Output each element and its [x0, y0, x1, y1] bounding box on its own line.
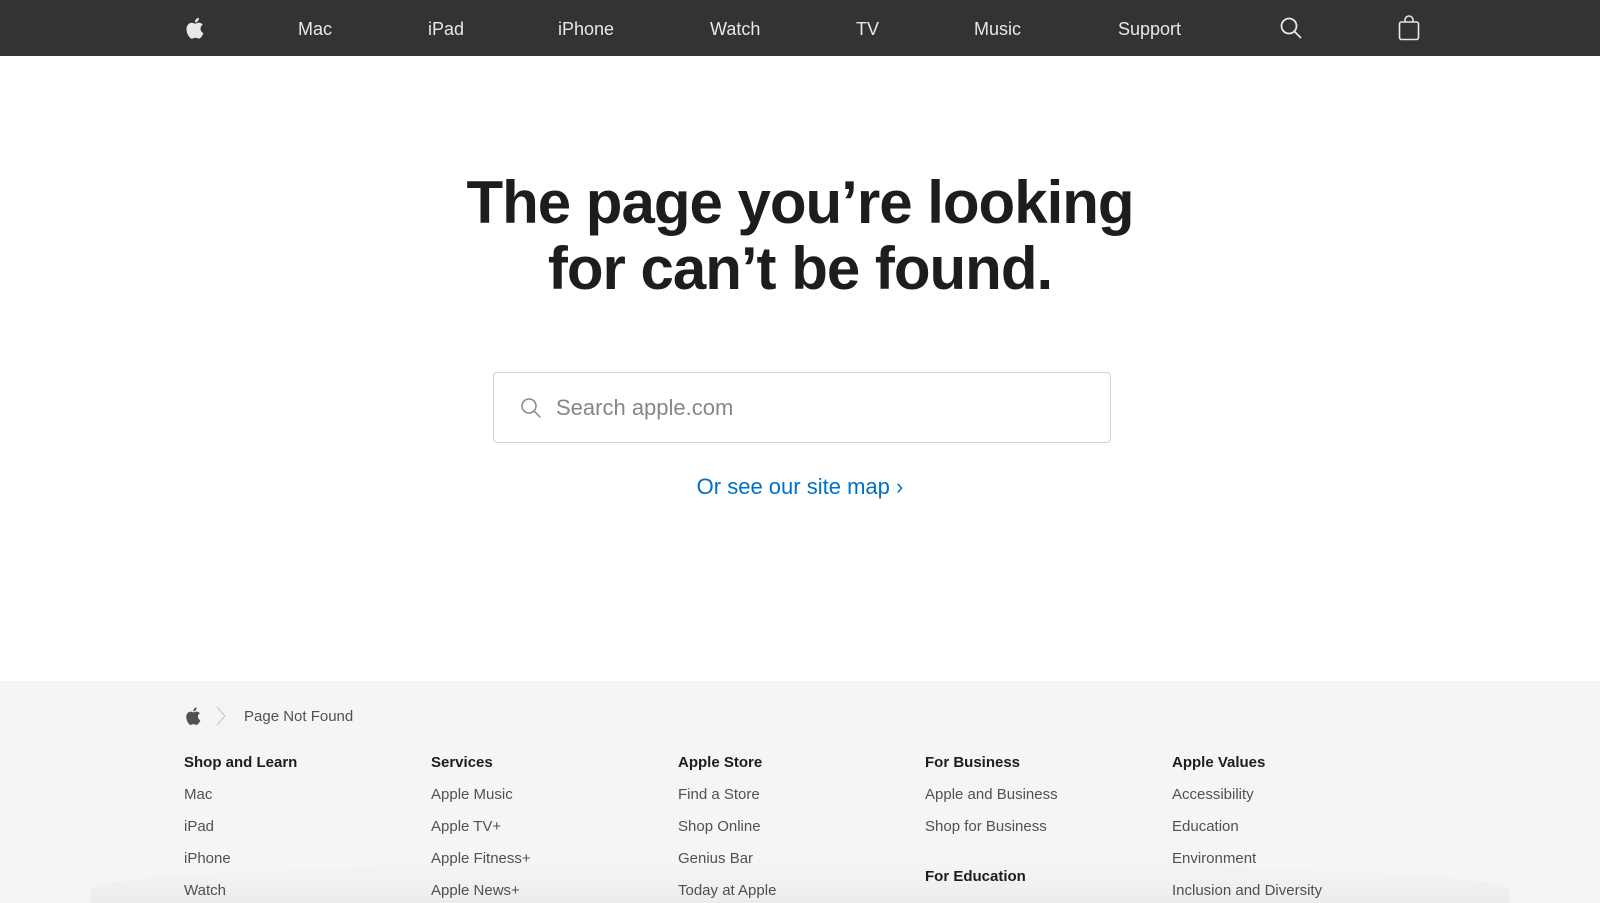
sitemap-link[interactable]: Or see our site map › — [697, 474, 904, 499]
footer-link[interactable]: Inclusion and Diversity — [1172, 880, 1322, 902]
search-field[interactable] — [493, 372, 1111, 443]
footer-link[interactable]: iPad — [184, 816, 297, 838]
search-icon — [520, 397, 542, 424]
footer-column-title: Shop and Learn — [184, 754, 298, 771]
footer-column-title: Services — [431, 754, 493, 771]
footer-column-title-for-education: For Education — [925, 868, 1026, 885]
footer-link[interactable]: Mac — [184, 784, 297, 806]
footer-link[interactable]: Apple Music — [431, 784, 531, 806]
nav-item-ipad[interactable]: iPad — [428, 0, 464, 56]
footer-link[interactable]: Accessibility — [1172, 784, 1322, 806]
sitemap-link-container: Or see our site map › — [0, 474, 1600, 500]
chevron-right-icon — [214, 705, 228, 727]
page-title-line-1: The page you’re looking — [466, 169, 1134, 236]
nav-item-music[interactable]: Music — [974, 0, 1021, 56]
footer-link[interactable]: Shop for Business — [925, 816, 1058, 838]
breadcrumb: Page Not Found — [184, 704, 353, 728]
footer-column-title: For Business — [925, 754, 1021, 771]
nav-item-watch[interactable]: Watch — [710, 0, 760, 56]
apple-logo-icon[interactable] — [184, 706, 202, 726]
footer-link[interactable]: Education — [1172, 816, 1322, 838]
footer-link[interactable]: iPhone — [184, 848, 297, 870]
page-title: The page you’re looking for can’t be fou… — [0, 170, 1600, 302]
footer-link[interactable]: Find a Store — [678, 784, 776, 806]
footer-link[interactable]: Apple News+ — [431, 880, 531, 902]
footer-column-title: Apple Store — [678, 754, 763, 771]
footer-column-for-business: For Business Apple and Business Shop for… — [925, 752, 1058, 888]
nav-item-iphone[interactable]: iPhone — [558, 0, 614, 56]
search-icon[interactable] — [1278, 0, 1304, 56]
nav-item-mac[interactable]: Mac — [298, 0, 332, 56]
footer-column-services: Services Apple Music Apple TV+ Apple Fit… — [431, 752, 531, 902]
search-input[interactable] — [556, 373, 1096, 442]
footer-link[interactable]: Apple TV+ — [431, 816, 531, 838]
breadcrumb-current: Page Not Found — [244, 707, 354, 725]
page-title-line-2: for can’t be found. — [547, 235, 1053, 302]
footer-link[interactable]: Environment — [1172, 848, 1322, 870]
nav-item-tv[interactable]: TV — [856, 0, 879, 56]
footer-link[interactable]: Apple and Business — [925, 784, 1058, 806]
footer-link[interactable]: Shop Online — [678, 816, 776, 838]
footer-column-shop-and-learn: Shop and Learn Mac iPad iPhone Watch — [184, 752, 297, 902]
footer-link[interactable]: Watch — [184, 880, 297, 902]
global-nav: Mac iPad iPhone Watch TV Music Support — [0, 0, 1600, 56]
footer-link[interactable]: Apple Fitness+ — [431, 848, 531, 870]
shopping-bag-icon[interactable] — [1396, 0, 1422, 56]
footer-link[interactable]: Genius Bar — [678, 848, 776, 870]
footer-column-apple-values: Apple Values Accessibility Education Env… — [1172, 752, 1322, 902]
footer-column-title: Apple Values — [1172, 754, 1266, 771]
footer-column-apple-store: Apple Store Find a Store Shop Online Gen… — [678, 752, 776, 902]
apple-logo-icon[interactable] — [180, 0, 208, 56]
nav-item-support[interactable]: Support — [1118, 0, 1181, 56]
footer-link[interactable]: Today at Apple — [678, 880, 776, 902]
